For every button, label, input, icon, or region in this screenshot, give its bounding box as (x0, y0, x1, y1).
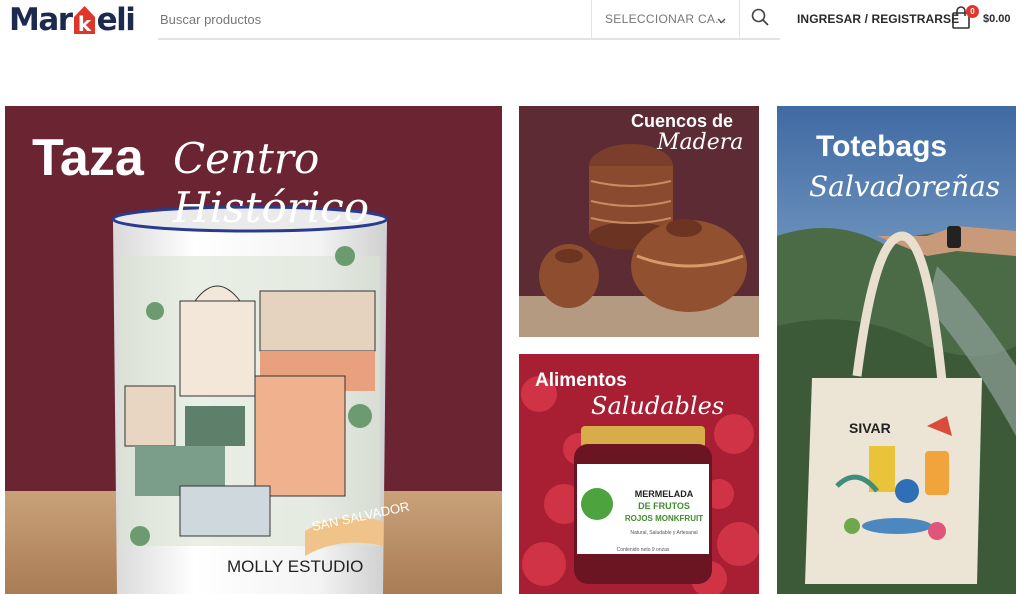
logo-text-start: Mar (9, 2, 73, 38)
search-icon (751, 8, 769, 31)
search-bar: SELECCIONAR CA... (158, 0, 780, 40)
search-input[interactable] (158, 0, 590, 38)
logo-text-end: eli (96, 2, 136, 38)
chevron-down-icon (717, 13, 726, 27)
shopping-bag-icon (951, 6, 971, 34)
taza-title: Taza (32, 129, 144, 187)
bag-print-text: SIVAR (849, 420, 891, 436)
login-register-link[interactable]: INGRESAR / REGISTRARSE (797, 12, 959, 26)
banner-alimentos-saludables[interactable]: MERMELADA DE FRUTOS ROJOS MONKFRUIT Natu… (519, 354, 759, 594)
alimentos-title: Alimentos (535, 370, 627, 391)
totebags-title: Totebags (816, 130, 948, 163)
banner-cuencos-de-madera[interactable]: Cuencos de Madera (519, 106, 759, 337)
logo-house-letter: k (77, 12, 91, 35)
category-select[interactable]: SELECCIONAR CA... (591, 0, 739, 38)
mug-brand-text: MOLLY ESTUDIO (227, 557, 363, 576)
jar-label-line2: DE FRUTOS (638, 501, 690, 511)
logo-house-icon: k (73, 5, 96, 35)
jar-label-line3: ROJOS MONKFRUIT (625, 514, 703, 523)
cart-button[interactable]: 0 (951, 5, 979, 34)
taza-subtitle: Centro Histórico (173, 134, 370, 232)
search-button[interactable] (739, 0, 780, 38)
cuencos-title: Cuencos de (631, 111, 734, 131)
banner-totebags-salvadorenas[interactable]: SIVAR Totebags Salvadoreñas (777, 106, 1016, 594)
cart-total[interactable]: $0.00 (983, 13, 1011, 25)
category-select-label: SELECCIONAR CA... (605, 12, 727, 26)
jar-label-bottom: Contenido neto 9 onzas (617, 547, 670, 553)
markeli-logo[interactable]: Mar k eli (9, 2, 136, 38)
jar-label-small: Natural, Saludable y Artesanal (630, 530, 697, 536)
cart-count-badge: 0 (966, 5, 979, 18)
alimentos-subtitle: Saludables (591, 392, 725, 420)
banner-taza-centro-historico[interactable]: SAN SALVADOR MOLLY ESTUDIO Taza Centro H… (5, 106, 502, 594)
cuencos-subtitle: Madera (657, 130, 744, 155)
site-header: Mar k eli SELECCIONAR CA... INGRESAR / R… (0, 0, 1024, 40)
jar-label-line1: MERMELADA (635, 489, 694, 499)
totebags-subtitle: Salvadoreñas (809, 170, 1001, 203)
